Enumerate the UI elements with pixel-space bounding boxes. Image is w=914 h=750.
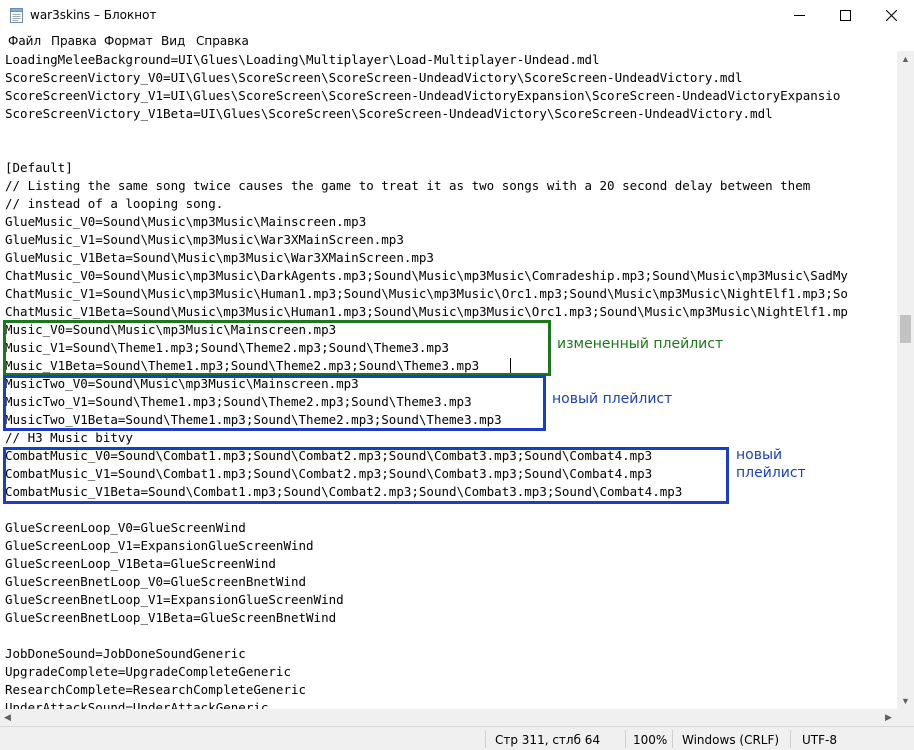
vertical-scroll-thumb[interactable] [900, 315, 911, 343]
menu-file[interactable]: Файл [8, 34, 41, 48]
text-line: LoadingMeleeBackground=UI\Glues\Loading\… [5, 52, 600, 67]
new-combat-playlist-label-line1: новый [736, 447, 783, 463]
text-line: JobDoneSound=JobDoneSoundGeneric [5, 646, 246, 661]
close-icon [885, 10, 897, 21]
scrollbar-corner [897, 709, 914, 726]
scroll-down-icon[interactable]: ▼ [901, 696, 910, 706]
text-line: GlueMusic_V0=Sound\Music\mp3Music\Mainsc… [5, 214, 367, 229]
scroll-left-icon[interactable]: ◀ [4, 712, 11, 723]
status-divider [625, 730, 626, 748]
text-line: ScoreScreenVictory_V1=UI\Glues\ScoreScre… [5, 88, 841, 103]
text-line: // H3 Music bitvy [5, 430, 133, 445]
menu-edit[interactable]: Правка [51, 34, 97, 48]
text-line: [Default] [5, 160, 73, 175]
text-line: UnderAttackSound=UnderAttackGeneric [5, 700, 269, 709]
changed-playlist-label: измененный плейлист [557, 336, 724, 352]
status-cursor-position: Стр 311, стлб 64 [495, 733, 601, 747]
maximize-icon [839, 10, 851, 21]
menu-format[interactable]: Формат [104, 34, 153, 48]
text-line: GlueScreenBnetLoop_V1Beta=GlueScreenBnet… [5, 610, 337, 625]
title-bar: war3skins – Блокнот [0, 0, 914, 31]
text-line: ScoreScreenVictory_V1Beta=UI\Glues\Score… [5, 106, 773, 121]
text-line: GlueMusic_V1=Sound\Music\mp3Music\War3XM… [5, 232, 404, 247]
text-line: GlueScreenBnetLoop_V1=ExpansionGlueScree… [5, 592, 344, 607]
text-line: GlueMusic_V1Beta=Sound\Music\mp3Music\Wa… [5, 250, 434, 265]
text-line: GlueScreenLoop_V1Beta=GlueScreenWind [5, 556, 276, 571]
status-line-endings: Windows (CRLF) [682, 733, 780, 747]
maximize-button[interactable] [822, 0, 868, 31]
text-line: // instead of a looping song. [5, 196, 224, 211]
scroll-right-icon[interactable]: ▶ [885, 712, 892, 723]
notepad-icon [10, 8, 23, 23]
text-line: ResearchComplete=ResearchCompleteGeneric [5, 682, 307, 697]
text-line: ChatMusic_V1Beta=Sound\Music\mp3Music\Hu… [5, 304, 848, 319]
text-line: // Listing the same song twice causes th… [5, 178, 811, 193]
scroll-up-icon[interactable]: ▲ [901, 54, 910, 64]
changed-playlist-box [3, 320, 551, 376]
menu-help[interactable]: Справка [196, 34, 249, 48]
new-combat-playlist-box [3, 447, 729, 504]
status-divider [672, 730, 673, 748]
menu-bar: Файл Правка Формат Вид Справка [0, 31, 914, 52]
status-encoding: UTF-8 [802, 733, 837, 747]
text-line: GlueScreenLoop_V0=GlueScreenWind [5, 520, 246, 535]
status-divider [485, 730, 486, 748]
minimize-icon [793, 15, 805, 16]
window-title: war3skins – Блокнот [30, 8, 157, 22]
text-line: GlueScreenLoop_V1=ExpansionGlueScreenWin… [5, 538, 314, 553]
new-combat-playlist-label-line2: плейлист [736, 465, 806, 481]
minimize-button[interactable] [776, 0, 822, 31]
status-bar: Стр 311, стлб 64 100% Windows (CRLF) UTF… [0, 726, 914, 750]
text-line: GlueScreenBnetLoop_V0=GlueScreenBnetWind [5, 574, 307, 589]
close-button[interactable] [868, 0, 914, 31]
horizontal-scrollbar[interactable]: ◀ ▶ [0, 709, 897, 726]
status-zoom: 100% [633, 733, 668, 747]
text-line: ChatMusic_V1=Sound\Music\mp3Music\Human1… [5, 286, 848, 301]
vertical-scrollbar[interactable]: ▲ ▼ [897, 51, 914, 709]
text-line: ScoreScreenVictory_V0=UI\Glues\ScoreScre… [5, 70, 743, 85]
text-line: ChatMusic_V0=Sound\Music\mp3Music\DarkAg… [5, 268, 848, 283]
menu-view[interactable]: Вид [161, 34, 185, 48]
status-divider [790, 730, 791, 748]
new-playlist-label: новый плейлист [552, 391, 673, 407]
text-line: UpgradeComplete=UpgradeCompleteGeneric [5, 664, 291, 679]
new-playlist-box [3, 375, 546, 431]
